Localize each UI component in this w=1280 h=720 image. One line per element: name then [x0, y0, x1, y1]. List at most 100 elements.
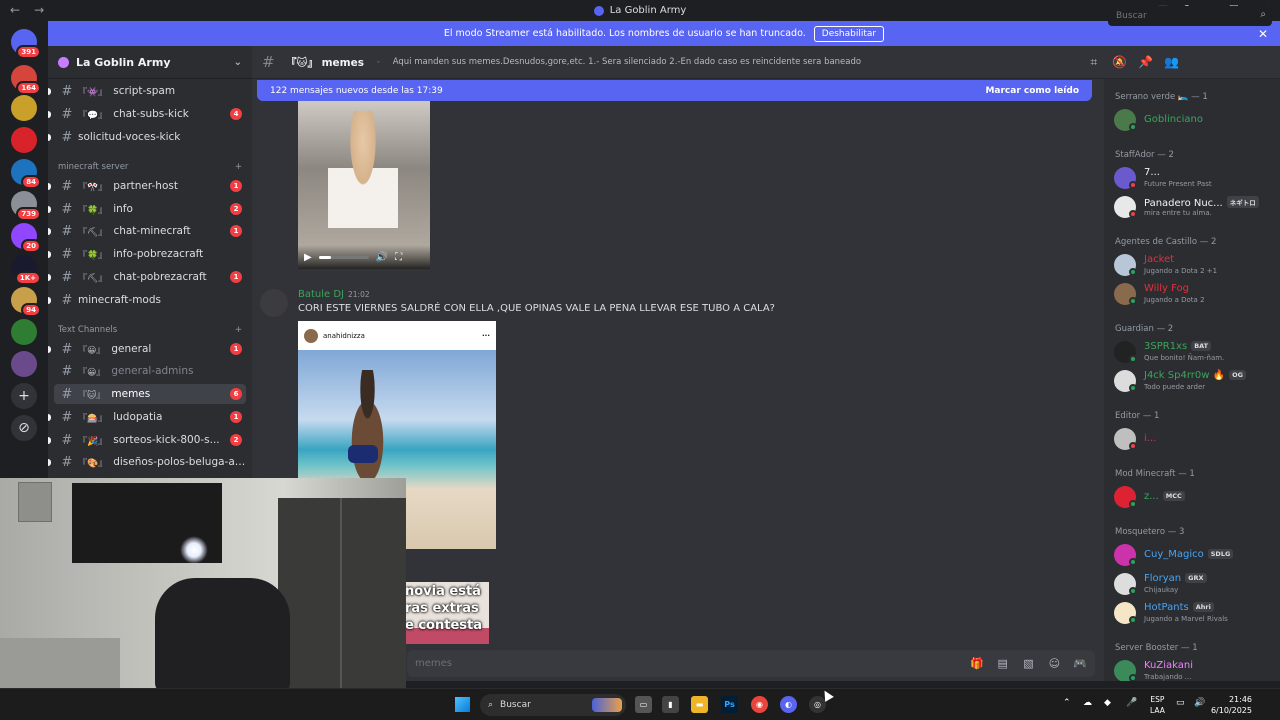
- channel-item[interactable]: # 『🍀』 info-pobrezacraft: [48, 244, 246, 264]
- channel-item[interactable]: # 『😀』 general-admins: [54, 361, 246, 381]
- server-icon[interactable]: 1K+: [11, 255, 41, 285]
- server-icon[interactable]: 20: [11, 223, 41, 253]
- onedrive-icon[interactable]: ☁: [1083, 698, 1092, 708]
- new-messages-bar[interactable]: 122 mensajes nuevos desde las 17:39 Marc…: [257, 80, 1092, 101]
- guild-header[interactable]: La Goblin Army ⌄: [48, 46, 252, 79]
- composer-placeholder[interactable]: memes: [415, 658, 928, 669]
- explore-servers-icon[interactable]: ⊘: [11, 415, 37, 441]
- member-status: mira entre tu alma.: [1144, 209, 1212, 217]
- member-item[interactable]: KuZiakani Trabajando ...: [1114, 658, 1276, 681]
- threads-icon[interactable]: ⌗: [1085, 55, 1103, 70]
- forward-button[interactable]: →: [34, 3, 44, 17]
- member-item[interactable]: Jacket Jugando a Dota 2 +1: [1114, 252, 1276, 278]
- emoji-icon[interactable]: ☺: [1047, 657, 1061, 670]
- close-banner-icon[interactable]: ✕: [1258, 27, 1268, 41]
- taskbar-search[interactable]: ⌕ Buscar: [480, 694, 626, 716]
- channel-item[interactable]: # 『🍀』 info 2: [48, 199, 246, 219]
- fullscreen-icon[interactable]: ⛶: [395, 252, 402, 263]
- apps-icon[interactable]: 🎮: [1073, 657, 1087, 670]
- server-icon[interactable]: [11, 351, 37, 377]
- tray-chevron-icon[interactable]: ⌃: [1063, 698, 1071, 708]
- channel-item[interactable]: # 『😀』 general 1: [48, 339, 246, 359]
- presence-status-icon: [1129, 355, 1137, 363]
- tray-app-icon[interactable]: ◆: [1104, 698, 1111, 708]
- member-item[interactable]: Cuy_Magico SDLG: [1114, 542, 1276, 568]
- direct-messages-button[interactable]: 391: [11, 29, 41, 59]
- channel-item[interactable]: # 『🎉』 sorteos-kick-800-s... 2: [48, 430, 246, 450]
- add-server-icon[interactable]: +: [11, 383, 37, 409]
- volume-icon[interactable]: 🔊: [1194, 698, 1205, 708]
- member-list-icon[interactable]: 👥: [1163, 55, 1181, 69]
- message-author[interactable]: Batule DJ: [298, 289, 344, 300]
- add-channel-icon[interactable]: +: [235, 162, 242, 172]
- discord-taskbar-icon[interactable]: ◐: [780, 696, 797, 713]
- member-name: Jacket: [1144, 254, 1174, 265]
- channel-item[interactable]: # minecraft-mods: [48, 290, 246, 310]
- chevron-down-icon[interactable]: ⌄: [234, 57, 242, 68]
- member-item[interactable]: 7... Future Present Past: [1114, 165, 1276, 191]
- channel-item[interactable]: # 『⛏』 chat-pobrezacraft 1: [48, 267, 246, 287]
- windows-start-icon[interactable]: [455, 697, 470, 712]
- channel-item-memes[interactable]: # 『🐱』 memes 6: [54, 384, 246, 404]
- channel-item[interactable]: # 『🎰』 ludopatia 1: [48, 407, 246, 427]
- channel-item[interactable]: # 『👾』 script-spam: [48, 81, 246, 101]
- channel-item[interactable]: # 『🎨』 diseños-polos-beluga-ar...: [48, 452, 246, 472]
- channel-item[interactable]: # 『💬』 chat-subs-kick 4: [48, 104, 246, 124]
- add-channel-icon[interactable]: +: [235, 325, 242, 335]
- member-item[interactable]: z... MCC: [1114, 484, 1276, 510]
- chrome-icon[interactable]: ◉: [751, 696, 768, 713]
- photoshop-icon[interactable]: Ps: [721, 696, 738, 713]
- member-item[interactable]: i...: [1114, 426, 1276, 452]
- member-item[interactable]: Panadero Nuc... ネギトロ mira entre tu alma.: [1114, 194, 1276, 220]
- clock-date: 6/10/2025: [1210, 706, 1252, 715]
- search-input[interactable]: [1108, 6, 1272, 26]
- app-icon[interactable]: ▮: [662, 696, 679, 713]
- channel-topic[interactable]: Aqui manden sus memes.Desnudos,gore,etc.…: [393, 57, 993, 67]
- microphone-icon[interactable]: 🎤: [1126, 698, 1137, 708]
- channel-item[interactable]: # 『🎌』 partner-host 1: [48, 176, 246, 196]
- category-text-channels[interactable]: Text Channels +: [58, 325, 242, 335]
- server-icon[interactable]: 739: [11, 191, 41, 221]
- member-item[interactable]: J4ck Sp4rr0w 🔥 OG Todo puede arder: [1114, 368, 1276, 394]
- message-composer[interactable]: memes 🎁 ▤ ▧ ☺ 🎮: [407, 650, 1095, 677]
- mark-as-read-button[interactable]: Marcar como leído: [985, 86, 1079, 96]
- server-icon[interactable]: 84: [11, 159, 41, 189]
- member-name-text: Willy Fog: [1144, 283, 1189, 294]
- avatar[interactable]: [260, 289, 288, 317]
- file-explorer-icon[interactable]: ▬: [691, 696, 708, 713]
- sticker-icon[interactable]: ▧: [1022, 657, 1036, 670]
- server-icon[interactable]: [11, 127, 37, 153]
- channel-name: chat-subs-kick: [113, 108, 189, 120]
- language-indicator[interactable]: ESP LAA: [1150, 694, 1165, 716]
- member-item[interactable]: HotPants Ahri Jugando a Marvel Rivals: [1114, 600, 1276, 626]
- video-attachment[interactable]: ▶ 🔊 ⛶: [298, 101, 430, 269]
- member-item[interactable]: Goblinciano: [1114, 107, 1276, 133]
- gift-icon[interactable]: 🎁: [970, 657, 984, 670]
- notifications-muted-icon[interactable]: 🔕: [1111, 55, 1129, 69]
- unread-badge: 1: [230, 271, 242, 283]
- member-name-text: Goblinciano: [1144, 114, 1203, 125]
- volume-icon[interactable]: 🔊: [376, 252, 388, 263]
- member-name-text: Floryan: [1144, 573, 1182, 584]
- gif-icon[interactable]: ▤: [996, 657, 1010, 670]
- channel-item[interactable]: # solicitud-voces-kick: [48, 127, 246, 147]
- back-button[interactable]: ←: [10, 3, 20, 17]
- network-icon[interactable]: ▭: [1176, 698, 1185, 708]
- meme-image[interactable]: novia está ras extras e contesta: [405, 582, 489, 644]
- pin-icon[interactable]: 📌: [1137, 55, 1155, 69]
- server-icon[interactable]: 94: [11, 287, 41, 317]
- play-icon[interactable]: ▶: [304, 252, 312, 263]
- category-minecraft[interactable]: minecraft server +: [58, 162, 242, 172]
- clock[interactable]: 21:46 6/10/2025: [1211, 694, 1252, 716]
- channel-name: info: [113, 203, 133, 215]
- server-icon[interactable]: [11, 319, 37, 345]
- channel-item[interactable]: # 『⛏』 chat-minecraft 1: [48, 221, 246, 241]
- member-item[interactable]: 3SPR1xs BAT Que bonito! Ñam-ñam.: [1114, 339, 1276, 365]
- video-progress-bar[interactable]: [318, 255, 369, 259]
- task-view-icon[interactable]: ▭: [635, 696, 652, 713]
- server-icon[interactable]: [11, 95, 37, 121]
- server-icon[interactable]: 164: [11, 65, 41, 95]
- disable-streamer-button[interactable]: Deshabilitar: [813, 25, 885, 42]
- member-item[interactable]: Willy Fog Jugando a Dota 2: [1114, 281, 1276, 307]
- member-item[interactable]: Floryan GRX Chijaukay: [1114, 571, 1276, 597]
